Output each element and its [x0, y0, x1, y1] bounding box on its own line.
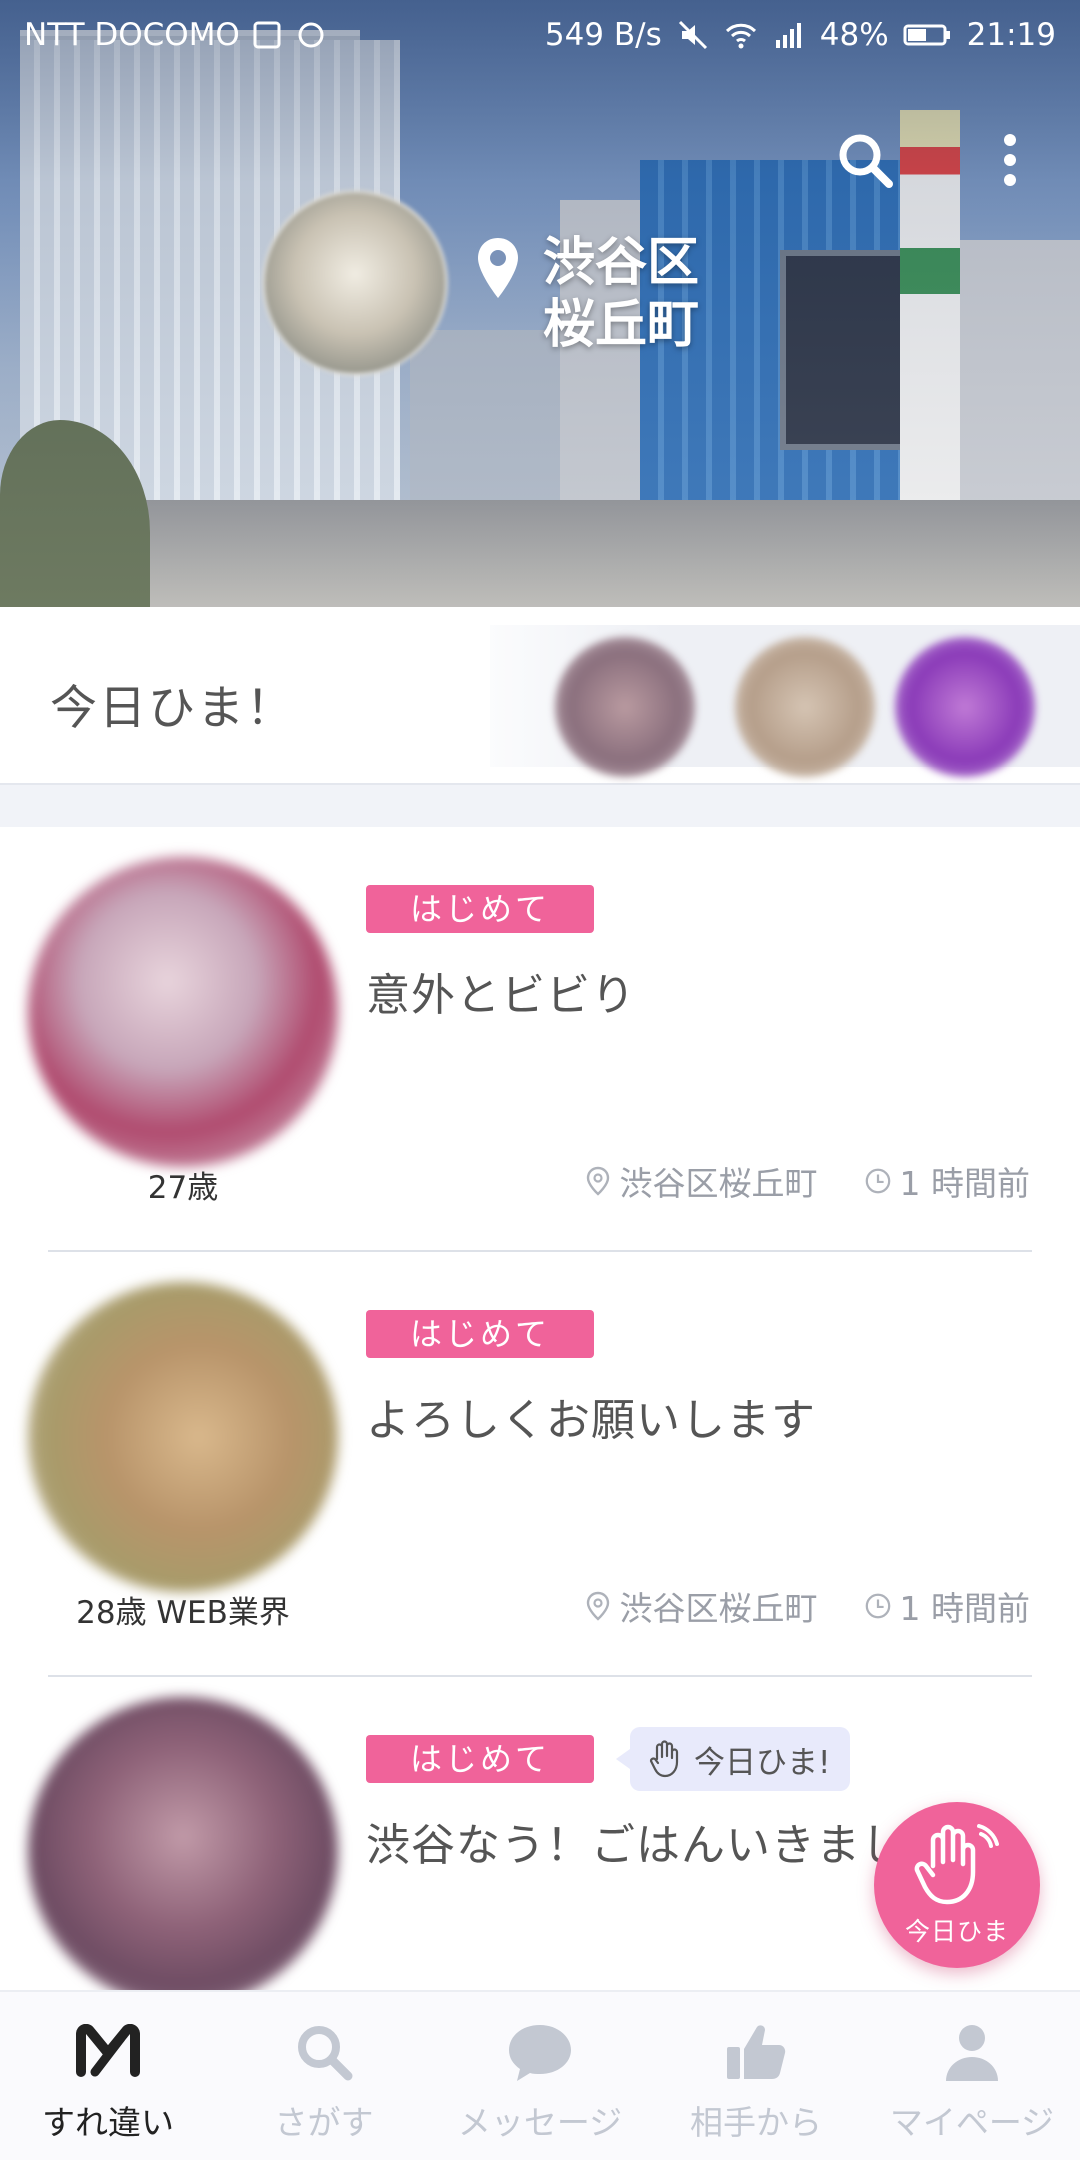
today-hima-tag-label: 今日ひま!	[694, 1744, 831, 1781]
surechigai-logo-icon	[76, 2024, 140, 2077]
chat-bubble-icon	[509, 2025, 571, 2081]
user-avatar[interactable]	[28, 1697, 338, 2007]
waving-hand-icon	[649, 1740, 679, 1778]
bottom-nav: すれ違い さがす メッセージ 相手から マイページ	[0, 1990, 1080, 2160]
status-bar: NTT DOCOMO 549 B/s 48% 21:19	[0, 0, 1080, 70]
clock: 21:19	[966, 17, 1056, 53]
today-hima-avatar[interactable]	[895, 637, 1035, 777]
notification-icon	[298, 22, 324, 48]
header-search-button[interactable]	[830, 125, 900, 195]
location-line-1: 渋谷区	[543, 233, 700, 293]
user-age: 27歳	[147, 1170, 219, 1206]
post-location-time: 渋谷区桜丘町 1 時間前	[584, 1582, 1031, 1630]
network-speed: 549 B/s	[544, 17, 662, 53]
my-avatar[interactable]	[262, 190, 448, 376]
first-time-badge: はじめて	[366, 885, 595, 933]
clock-icon	[865, 1168, 890, 1194]
nav-label: さがす	[274, 2103, 374, 2142]
mute-icon	[678, 20, 707, 50]
clock-icon	[865, 1593, 890, 1619]
first-time-badge: はじめて	[366, 1310, 595, 1358]
wifi-icon	[725, 23, 756, 49]
post-time: 1 時間前	[899, 1589, 1031, 1628]
more-vertical-icon	[1004, 134, 1016, 186]
battery-icon	[903, 24, 950, 46]
battery-percent: 48%	[819, 17, 889, 53]
today-hima-title: 今日ひま！	[50, 681, 295, 736]
nav-item-my-page[interactable]: マイページ	[864, 1992, 1080, 2160]
location-pin-icon	[586, 1166, 609, 1196]
location-line-2: 桜丘町	[543, 295, 700, 355]
location-pin-icon	[478, 238, 518, 298]
nav-item-from-partner[interactable]: 相手から	[648, 1992, 864, 2160]
nav-item-surechigai[interactable]: すれ違い	[0, 1992, 216, 2160]
user-age: 28歳 WEB業界	[76, 1595, 290, 1631]
nav-label: マイページ	[889, 2103, 1055, 2142]
header-menu-button[interactable]	[985, 125, 1035, 195]
post-message: よろしくお願いします	[366, 1395, 816, 1446]
section-divider	[0, 785, 1080, 827]
nav-item-search[interactable]: さがす	[216, 1992, 432, 2160]
user-avatar[interactable]	[28, 1282, 338, 1592]
search-icon	[839, 134, 893, 188]
post-location: 渋谷区桜丘町	[619, 1164, 818, 1203]
first-time-badge: はじめて	[366, 1735, 595, 1783]
post-time: 1 時間前	[899, 1164, 1031, 1203]
post-location: 渋谷区桜丘町	[619, 1589, 818, 1628]
nav-label: すれ違い	[42, 2103, 174, 2142]
nav-label: 相手から	[690, 2103, 822, 2142]
header-hero: NTT DOCOMO 549 B/s 48% 21:19 渋谷区 桜丘町	[0, 0, 1080, 607]
search-icon	[298, 2026, 353, 2081]
nav-item-messages[interactable]: メッセージ	[432, 1992, 648, 2160]
person-icon	[946, 2025, 998, 2081]
thumbs-up-icon	[727, 2025, 786, 2079]
nav-label: メッセージ	[457, 2103, 623, 2142]
fab-label: 今日ひま	[904, 1917, 1009, 1946]
location-pin-icon	[586, 1591, 609, 1621]
today-hima-strip[interactable]: 今日ひま！	[0, 607, 1080, 785]
today-hima-fab[interactable]: 今日ひま	[874, 1802, 1040, 1968]
waving-hand-icon	[914, 1824, 999, 1905]
carrier-name: NTT DOCOMO	[24, 17, 240, 53]
list-item[interactable]: 27歳 はじめて 意外とビビり 渋谷区桜丘町 1 時間前	[0, 827, 1080, 1252]
today-hima-tag: 今日ひま!	[615, 1727, 851, 1791]
post-message: 意外とビビり	[366, 970, 636, 1021]
signal-icon	[775, 23, 801, 48]
today-hima-avatar[interactable]	[555, 637, 695, 777]
today-hima-avatar[interactable]	[735, 637, 875, 777]
sim-icon	[253, 21, 281, 49]
header-location[interactable]: 渋谷区 桜丘町	[475, 232, 699, 356]
user-avatar[interactable]	[28, 857, 338, 1167]
post-message: 渋谷なう！ごはんいきまし	[366, 1820, 906, 1871]
list-item[interactable]: 28歳 WEB業界 はじめて よろしくお願いします 渋谷区桜丘町 1 時間前	[0, 1252, 1080, 1677]
post-location-time: 渋谷区桜丘町 1 時間前	[584, 1157, 1031, 1205]
